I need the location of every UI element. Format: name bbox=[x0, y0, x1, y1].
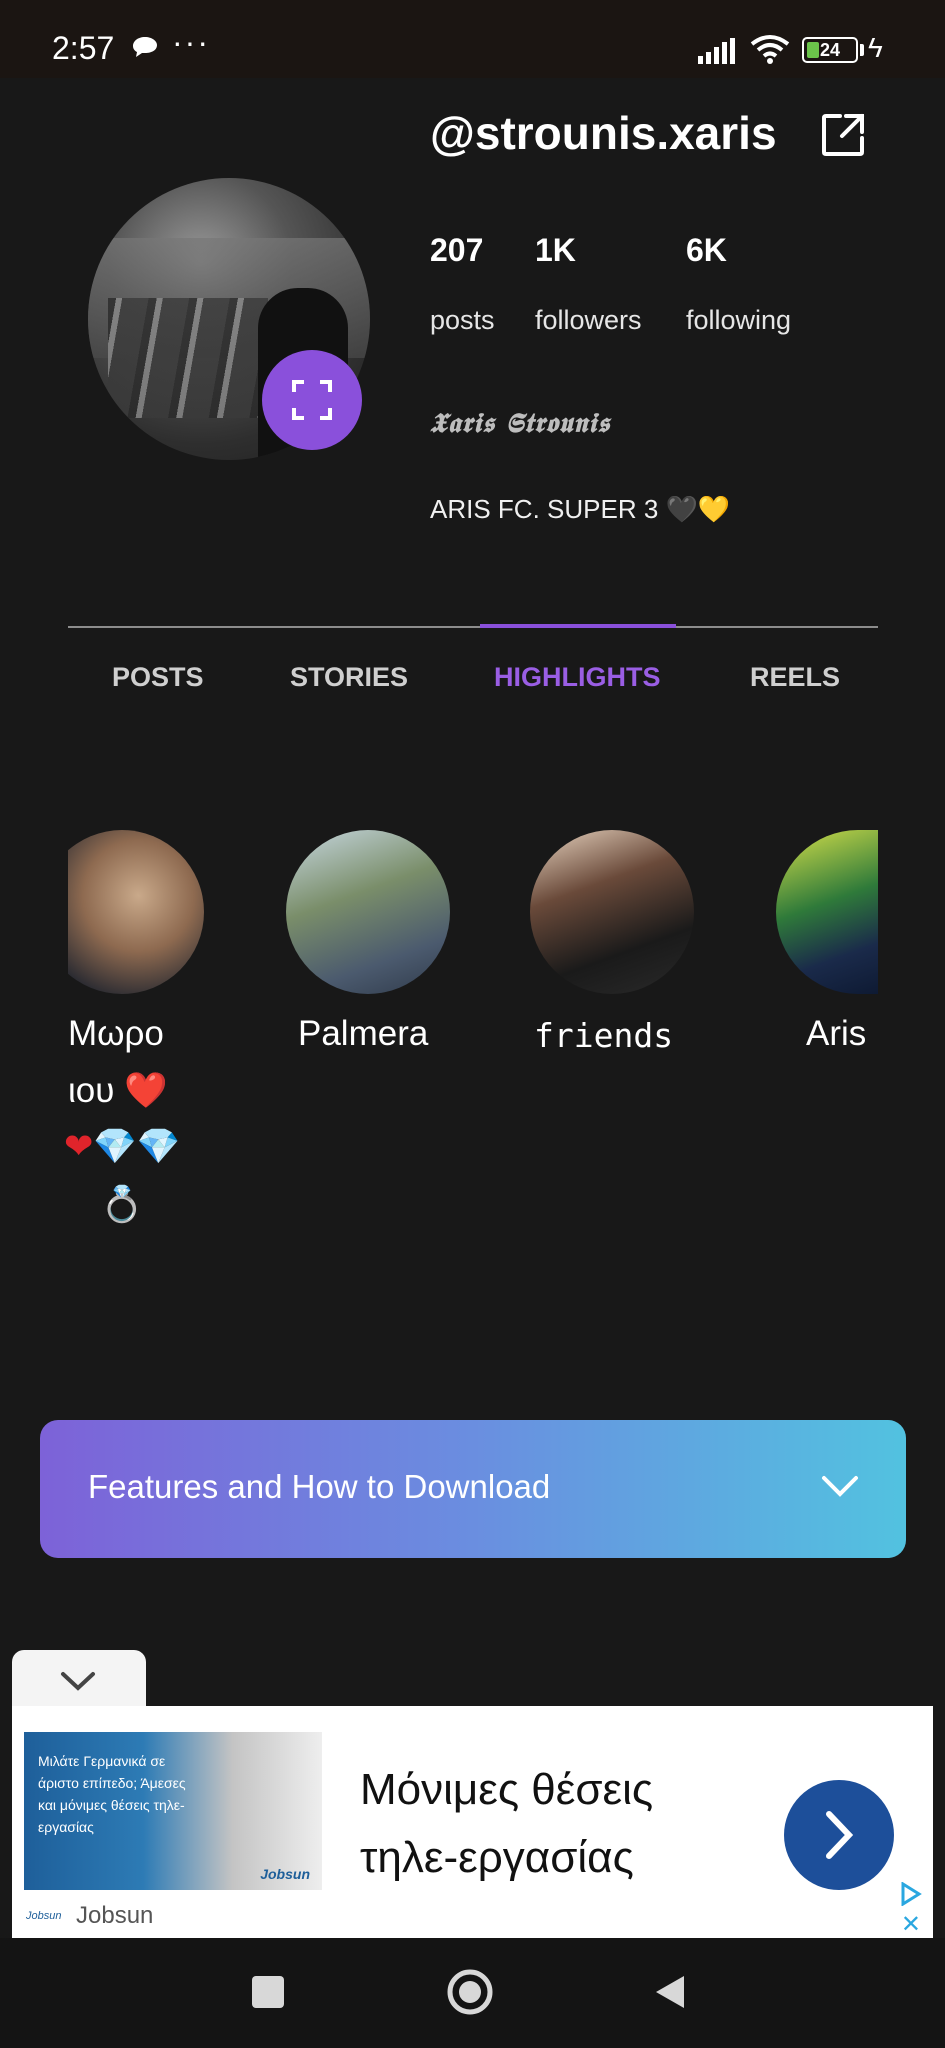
highlight-thumbnail-palmera[interactable] bbox=[286, 830, 450, 994]
highlight-label-moro-line2: ιου ❤️ bbox=[68, 1070, 168, 1111]
bio-text: ARIS FC. SUPER 3 bbox=[430, 494, 659, 524]
followers-label: followers bbox=[535, 305, 642, 335]
collapse-ad-button[interactable] bbox=[12, 1650, 146, 1710]
features-title: Features and How to Download bbox=[88, 1468, 551, 1505]
battery-cap bbox=[860, 44, 864, 56]
red-heart-emoji-partial: ❤ bbox=[64, 1127, 94, 1166]
profile-handle: @strounis.xaris bbox=[430, 107, 777, 159]
profile-full-name: 𝖃𝖆𝖗𝖎𝖘 𝕾𝖙𝖗𝖔𝖚𝖓𝖎𝖘 bbox=[430, 408, 611, 439]
battery-icon: 24 bbox=[802, 37, 858, 63]
wifi-icon bbox=[750, 35, 790, 64]
ad-brand-logo: Jobsun bbox=[26, 1910, 62, 1922]
black-heart-emoji: 🖤 bbox=[665, 494, 698, 524]
status-bar: 2:57 ··· 24 ϟ bbox=[0, 0, 945, 78]
ad-image-text: Μιλάτε Γερμανικά σε άριστο επίπεδο; Άμεσ… bbox=[38, 1753, 186, 1835]
expand-avatar-button[interactable] bbox=[262, 350, 362, 450]
avatar-photo-fence bbox=[108, 298, 268, 418]
back-button[interactable] bbox=[650, 1972, 690, 2012]
active-tab-indicator bbox=[480, 624, 676, 628]
tab-posts[interactable]: POSTS bbox=[112, 662, 204, 693]
status-time: 2:57 bbox=[52, 30, 115, 66]
highlight-label-moro: Μωρο bbox=[68, 1014, 164, 1053]
posts-count: 207 bbox=[430, 232, 484, 268]
ad-headline[interactable]: Μόνιμες θέσεις τηλε-εργασίας bbox=[360, 1756, 740, 1892]
ad-open-button[interactable] bbox=[784, 1780, 894, 1890]
home-button[interactable] bbox=[446, 1968, 494, 2016]
followers-count: 1K bbox=[535, 232, 576, 268]
ad-banner[interactable]: Μιλάτε Γερμανικά σε άριστο επίπεδο; Άμεσ… bbox=[12, 1706, 933, 1938]
red-heart-emoji: ❤️ bbox=[124, 1071, 168, 1110]
ad-choices-icon[interactable] bbox=[899, 1882, 923, 1906]
highlight-label-moro-line3: ❤💎💎 bbox=[64, 1126, 181, 1167]
chevron-right-icon bbox=[826, 1811, 854, 1859]
battery-percent: 24 bbox=[819, 40, 841, 60]
ad-close-icon[interactable]: ✕ bbox=[901, 1910, 921, 1939]
highlight-thumbnail-aris[interactable] bbox=[776, 830, 878, 994]
chevron-down-icon bbox=[822, 1476, 858, 1497]
highlight-label-palmera: Palmera bbox=[298, 1014, 429, 1053]
highlight-thumbnail-moro[interactable] bbox=[68, 830, 204, 994]
ad-image[interactable]: Μιλάτε Γερμανικά σε άριστο επίπεδο; Άμεσ… bbox=[24, 1732, 322, 1890]
cell-signal-icon bbox=[698, 38, 735, 64]
more-notifications-icon: ··· bbox=[172, 24, 210, 60]
charging-icon: ϟ bbox=[868, 32, 883, 63]
tab-highlights[interactable]: HIGHLIGHTS bbox=[494, 662, 661, 693]
highlight-label-moro-text2: ιου bbox=[68, 1071, 115, 1110]
chevron-down-icon bbox=[61, 1672, 95, 1691]
tab-stories[interactable]: STORIES bbox=[290, 662, 408, 693]
ring-emoji: 💍 bbox=[100, 1185, 144, 1224]
system-nav-bar bbox=[0, 1938, 945, 2048]
highlight-label-friends: friends bbox=[534, 1016, 674, 1055]
yellow-heart-emoji: 💛 bbox=[697, 494, 731, 524]
fullscreen-icon bbox=[292, 380, 332, 420]
highlight-thumbnail-friends[interactable] bbox=[530, 830, 694, 994]
profile-bio: ARIS FC. SUPER 3 🖤💛 bbox=[430, 494, 730, 525]
recents-button[interactable] bbox=[252, 1976, 284, 2008]
tabs-divider bbox=[68, 626, 878, 628]
chat-bubble-icon bbox=[133, 37, 157, 57]
following-count: 6K bbox=[686, 232, 727, 268]
tab-reels[interactable]: REELS bbox=[750, 662, 840, 693]
gem-emoji: 💎💎 bbox=[93, 1127, 181, 1166]
ad-brand[interactable]: Jobsun bbox=[76, 1902, 153, 1930]
following-label: following bbox=[686, 305, 792, 335]
open-external-icon[interactable] bbox=[820, 112, 866, 158]
posts-label: posts bbox=[430, 305, 495, 335]
ad-image-logo: Jobsun bbox=[260, 1866, 310, 1882]
features-accordion[interactable]: Features and How to Download bbox=[40, 1420, 906, 1558]
highlight-label-aris: Aris bbox=[806, 1014, 867, 1053]
